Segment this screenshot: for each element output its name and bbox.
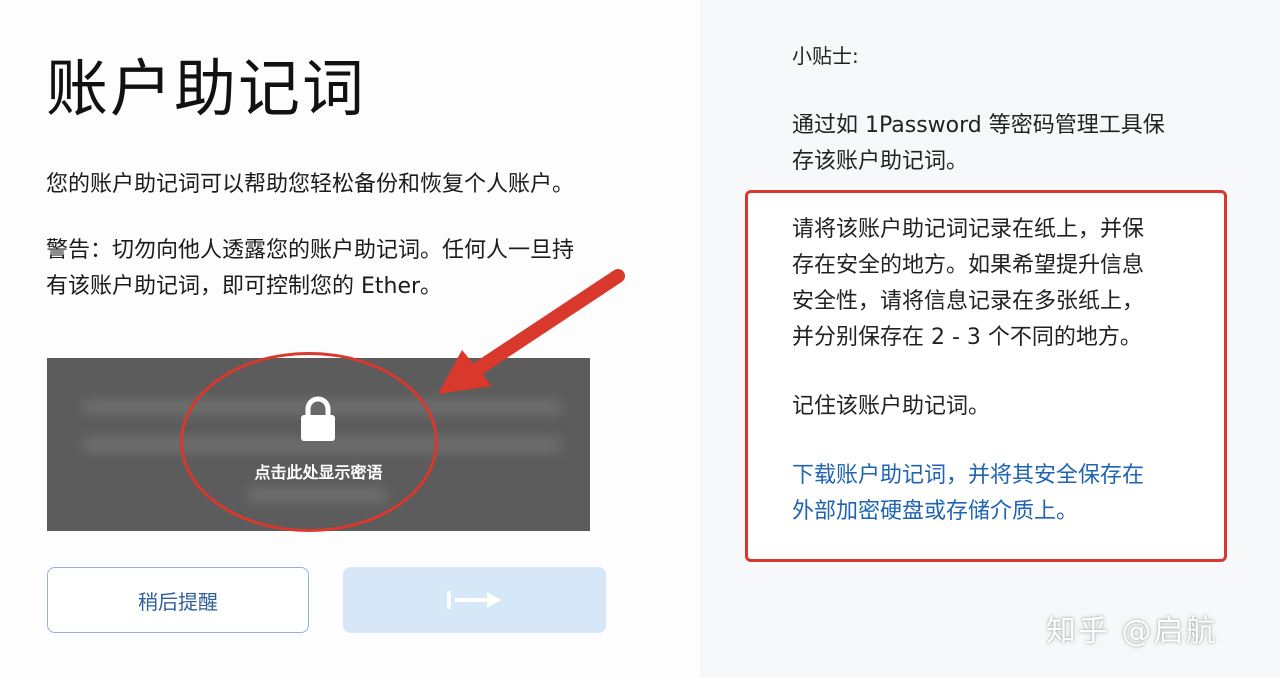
watermark-text: 知乎 @启航: [1046, 614, 1218, 649]
blurred-phrase-line: [247, 488, 387, 502]
tip-line: 安全性，请将信息记录在多张纸上，: [792, 289, 1145, 314]
download-phrase-link[interactable]: 下载账户助记词，并将其安全保存在 外部加密硬盘或存储介质上。: [792, 458, 1212, 530]
mnemonic-panel: 账户助记词 您的账户助记词可以帮助您轻松备份和恢复个人账户。 警告：切勿向他人透…: [0, 0, 700, 678]
tip-line: 通过如 1Password 等密码管理工具保: [792, 113, 1165, 138]
download-link-line: 下载账户助记词，并将其安全保存在: [792, 463, 1145, 488]
tips-title: 小贴士:: [792, 44, 859, 68]
intro-text: 您的账户助记词可以帮助您轻松备份和恢复个人账户。: [46, 172, 575, 197]
tip-line: 请将该账户助记词记录在纸上，并保: [792, 217, 1145, 242]
tip-memorize: 记住该账户助记词。: [792, 394, 991, 419]
tip-line: 并分别保存在 2 - 3 个不同的地方。: [792, 325, 1142, 350]
arrow-right-icon: [447, 591, 501, 609]
tip-password-manager: 通过如 1Password 等密码管理工具保 存该账户助记词。: [792, 108, 1212, 180]
next-button[interactable]: [343, 567, 606, 633]
reveal-phrase-button[interactable]: 点击此处显示密语: [47, 358, 590, 531]
tip-line: 存在安全的地方。如果希望提升信息: [792, 253, 1145, 278]
lock-icon: [301, 396, 335, 441]
remind-later-button[interactable]: 稍后提醒: [47, 567, 309, 633]
reveal-phrase-label: 点击此处显示密语: [254, 463, 383, 482]
tip-paper-backup: 请将该账户助记词记录在纸上，并保 存在安全的地方。如果希望提升信息 安全性，请将…: [792, 212, 1212, 356]
tip-line: 存该账户助记词。: [792, 149, 969, 174]
warning-text: 警告：切勿向他人透露您的账户助记词。任何人一旦持 有该账户助记词，即可控制您的 …: [46, 233, 656, 305]
tips-panel: 小贴士: 通过如 1Password 等密码管理工具保 存该账户助记词。 请将该…: [700, 0, 1280, 678]
warning-line-1: 警告：切勿向他人透露您的账户助记词。任何人一旦持: [46, 238, 575, 263]
download-link-line: 外部加密硬盘或存储介质上。: [792, 499, 1079, 524]
page: 账户助记词 您的账户助记词可以帮助您轻松备份和恢复个人账户。 警告：切勿向他人透…: [0, 0, 1280, 678]
warning-line-2: 有该账户助记词，即可控制您的 Ether。: [46, 274, 443, 299]
page-title: 账户助记词: [46, 52, 367, 125]
